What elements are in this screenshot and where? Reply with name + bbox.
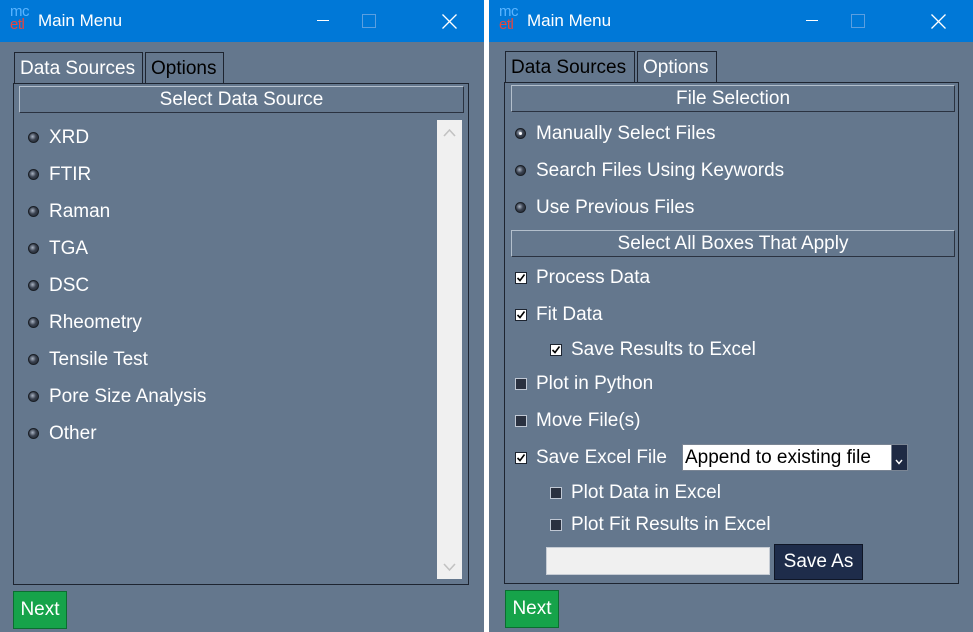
checkbox-label: Plot Data in Excel: [571, 482, 721, 503]
radio-icon[interactable]: [28, 169, 39, 180]
close-button[interactable]: [915, 0, 961, 42]
app-logo-icon: mc etl: [499, 3, 519, 33]
dropdown-arrow-icon[interactable]: [891, 445, 907, 470]
checkbox-checked-icon[interactable]: [515, 272, 527, 284]
data-sources-panel: Select Data Source XRD FTIR Raman TGA DS…: [13, 83, 469, 585]
radio-selected-icon[interactable]: [515, 128, 526, 139]
title-bar[interactable]: mc etl Main Menu: [0, 0, 484, 42]
checkbox-checked-icon[interactable]: [515, 309, 527, 321]
tab-data-sources[interactable]: Data Sources: [505, 51, 635, 83]
options-panel: File Selection Manually Select Files Sea…: [504, 82, 959, 584]
radio-icon[interactable]: [28, 317, 39, 328]
radio-icon[interactable]: [515, 165, 526, 176]
main-menu-window-options: mc etl Main Menu Data Sources Options Fi…: [489, 0, 973, 632]
checkbox-label: Save Results to Excel: [571, 339, 756, 360]
excel-mode-selected-value: Append to existing file: [685, 447, 871, 468]
radio-icon[interactable]: [28, 243, 39, 254]
radio-label: Search Files Using Keywords: [536, 160, 785, 181]
radio-label: TGA: [49, 238, 89, 259]
main-menu-window-data-sources: mc etl Main Menu Data Sources Options Se…: [0, 0, 484, 632]
radio-icon[interactable]: [28, 428, 39, 439]
minimize-icon: [806, 20, 818, 21]
window-title: Main Menu: [527, 11, 612, 30]
scroll-down-arrow-icon[interactable]: [443, 562, 456, 572]
checkbox-label: Plot in Python: [536, 373, 654, 394]
checkbox-unchecked-icon[interactable]: [550, 487, 562, 499]
radio-label: Rheometry: [49, 312, 142, 333]
close-button[interactable]: [426, 0, 472, 42]
checkbox-checked-icon[interactable]: [515, 452, 527, 464]
select-all-boxes-header: Select All Boxes That Apply: [511, 230, 955, 257]
select-data-source-header: Select Data Source: [19, 86, 464, 113]
radio-icon[interactable]: [28, 354, 39, 365]
save-as-button[interactable]: Save As: [774, 544, 863, 580]
radio-icon[interactable]: [515, 202, 526, 213]
checkbox-unchecked-icon[interactable]: [515, 378, 527, 390]
app-logo-icon: mc etl: [10, 3, 30, 33]
radio-label: XRD: [49, 127, 90, 148]
checkbox-label: Fit Data: [536, 304, 603, 325]
checkbox-checked-icon[interactable]: [550, 344, 562, 356]
close-icon: [930, 13, 946, 29]
vertical-scrollbar[interactable]: [437, 120, 462, 579]
radio-label: Other: [49, 423, 97, 444]
filename-input[interactable]: [546, 547, 770, 575]
tab-options[interactable]: Options: [637, 51, 717, 83]
radio-icon[interactable]: [28, 206, 39, 217]
maximize-button[interactable]: [346, 0, 392, 42]
minimize-button[interactable]: [789, 0, 835, 42]
title-bar[interactable]: mc etl Main Menu: [489, 0, 973, 42]
minimize-button[interactable]: [300, 0, 346, 42]
checkbox-label: Plot Fit Results in Excel: [571, 514, 771, 535]
radio-icon[interactable]: [28, 391, 39, 402]
radio-icon[interactable]: [28, 280, 39, 291]
radio-label: Tensile Test: [49, 349, 148, 370]
checkbox-unchecked-icon[interactable]: [515, 415, 527, 427]
next-button[interactable]: Next: [505, 590, 559, 628]
radio-label: Raman: [49, 201, 111, 222]
scroll-up-arrow-icon[interactable]: [443, 128, 456, 138]
radio-label: Use Previous Files: [536, 197, 695, 218]
radio-label: Manually Select Files: [536, 123, 716, 144]
tab-data-sources[interactable]: Data Sources: [14, 52, 143, 84]
window-title: Main Menu: [38, 11, 123, 30]
radio-label: Pore Size Analysis: [49, 386, 207, 407]
checkbox-unchecked-icon[interactable]: [550, 519, 562, 531]
checkbox-label: Move File(s): [536, 410, 641, 431]
next-button[interactable]: Next: [13, 591, 67, 629]
checkbox-label: Process Data: [536, 267, 651, 288]
checkbox-label: Save Excel File: [536, 447, 667, 468]
close-icon: [441, 13, 457, 29]
file-selection-header: File Selection: [511, 85, 955, 112]
maximize-icon: [362, 14, 376, 28]
maximize-button[interactable]: [835, 0, 881, 42]
tab-options[interactable]: Options: [145, 52, 224, 84]
radio-icon[interactable]: [28, 132, 39, 143]
minimize-icon: [317, 20, 329, 21]
excel-mode-dropdown[interactable]: Append to existing file: [682, 444, 908, 471]
radio-label: DSC: [49, 275, 90, 296]
radio-label: FTIR: [49, 164, 92, 185]
maximize-icon: [851, 14, 865, 28]
